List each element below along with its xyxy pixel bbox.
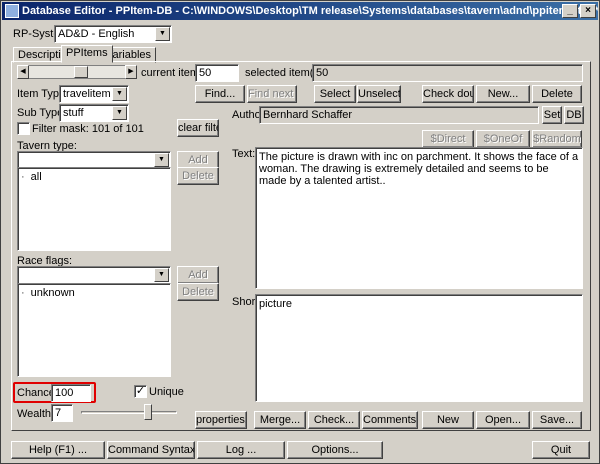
sub-type-select[interactable]: stuff ▼ (59, 104, 129, 122)
text-label: Text: (232, 148, 256, 160)
race-flags-select[interactable]: ▼ (17, 266, 171, 284)
new-file-button[interactable]: New (422, 411, 474, 429)
wealth-label: Wealth: (17, 408, 55, 420)
find-next-button[interactable]: Find next (F3) (247, 85, 297, 103)
race-flags-list[interactable]: unknown (17, 283, 171, 377)
tab-ppitems[interactable]: PPItems (61, 45, 113, 63)
check-button[interactable]: Check... (308, 411, 360, 429)
minimize-icon[interactable]: _ (562, 4, 578, 18)
wealth-input[interactable]: 7 (51, 404, 73, 422)
find-button[interactable]: Find... (195, 85, 245, 103)
item-scrollbar[interactable]: ◀ ▶ (17, 65, 137, 79)
tavern-delete-button[interactable]: Delete (177, 167, 219, 185)
open-button[interactable]: Open... (476, 411, 530, 429)
set-author-button[interactable]: Set (542, 106, 562, 124)
command-syntax-button[interactable]: Command Syntax (F2) ... (107, 441, 195, 459)
list-item[interactable]: all (21, 171, 167, 183)
random-button[interactable]: $Random (532, 130, 582, 148)
close-icon[interactable]: × (580, 4, 596, 18)
item-type-value: travelitem (63, 88, 111, 100)
comments-button[interactable]: Comments... (362, 411, 418, 429)
text-area[interactable]: The picture is drawn with inc on parchme… (255, 147, 583, 289)
sub-type-value: stuff (63, 107, 84, 119)
oneof-button[interactable]: $OneOf (476, 130, 530, 148)
selected-items-field: 50 (312, 64, 583, 82)
unselect-all-button[interactable]: Unselect all (357, 85, 401, 103)
wealth-slider[interactable] (81, 403, 177, 423)
title-bar: Database Editor - PPItem-DB - C:\WINDOWS… (2, 2, 598, 20)
filter-mask-label: Filter mask: 101 of 101 (32, 123, 144, 135)
window-title: Database Editor - PPItem-DB - C:\WINDOWS… (22, 5, 598, 17)
chevron-down-icon[interactable]: ▼ (112, 87, 127, 101)
log-button[interactable]: Log ... (197, 441, 285, 459)
unique-checkbox[interactable]: ✓ (134, 385, 147, 398)
chance-input[interactable]: 100 (51, 384, 91, 402)
select-button[interactable]: Select (314, 85, 356, 103)
author-field: Bernhard Schaffer (259, 106, 539, 124)
help-button[interactable]: Help (F1) ... (11, 441, 105, 459)
chevron-down-icon[interactable]: ▼ (112, 106, 127, 120)
properties-button[interactable]: properties... (195, 411, 247, 429)
race-add-button[interactable]: Add (177, 266, 219, 284)
app-icon (5, 4, 19, 18)
direct-button[interactable]: $Direct (422, 130, 474, 148)
filter-mask-checkbox[interactable] (17, 122, 30, 135)
tavern-type-list[interactable]: all (17, 167, 171, 251)
unique-label: Unique (149, 386, 184, 398)
chevron-down-icon[interactable]: ▼ (155, 27, 170, 41)
slider-thumb[interactable] (144, 404, 152, 420)
clear-filter-button[interactable]: clear filter (177, 119, 219, 137)
short-area[interactable]: picture (255, 294, 583, 402)
quit-button[interactable]: Quit (532, 441, 590, 459)
slider-track (81, 411, 177, 414)
check-double-button[interactable]: Check double (422, 85, 474, 103)
options-button[interactable]: Options... (287, 441, 383, 459)
item-type-select[interactable]: travelitem ▼ (59, 85, 129, 103)
delete-item-button[interactable]: Delete (532, 85, 582, 103)
save-button[interactable]: Save... (532, 411, 582, 429)
merge-button[interactable]: Merge... (254, 411, 306, 429)
chevron-down-icon[interactable]: ▼ (154, 153, 169, 167)
current-item-id-input[interactable]: 50 (195, 64, 239, 82)
chevron-down-icon[interactable]: ▼ (154, 268, 169, 282)
list-item[interactable]: unknown (21, 287, 167, 299)
db-author-button[interactable]: DB (564, 106, 584, 124)
rp-system-value: AD&D - English (58, 28, 135, 40)
new-item-button[interactable]: New... (476, 85, 530, 103)
scroll-thumb[interactable] (74, 66, 88, 78)
scroll-right-icon[interactable]: ▶ (125, 65, 137, 79)
main-window: Database Editor - PPItem-DB - C:\WINDOWS… (0, 0, 600, 464)
rp-system-select[interactable]: AD&D - English ▼ (54, 25, 172, 43)
race-delete-button[interactable]: Delete (177, 283, 219, 301)
scroll-left-icon[interactable]: ◀ (17, 65, 29, 79)
